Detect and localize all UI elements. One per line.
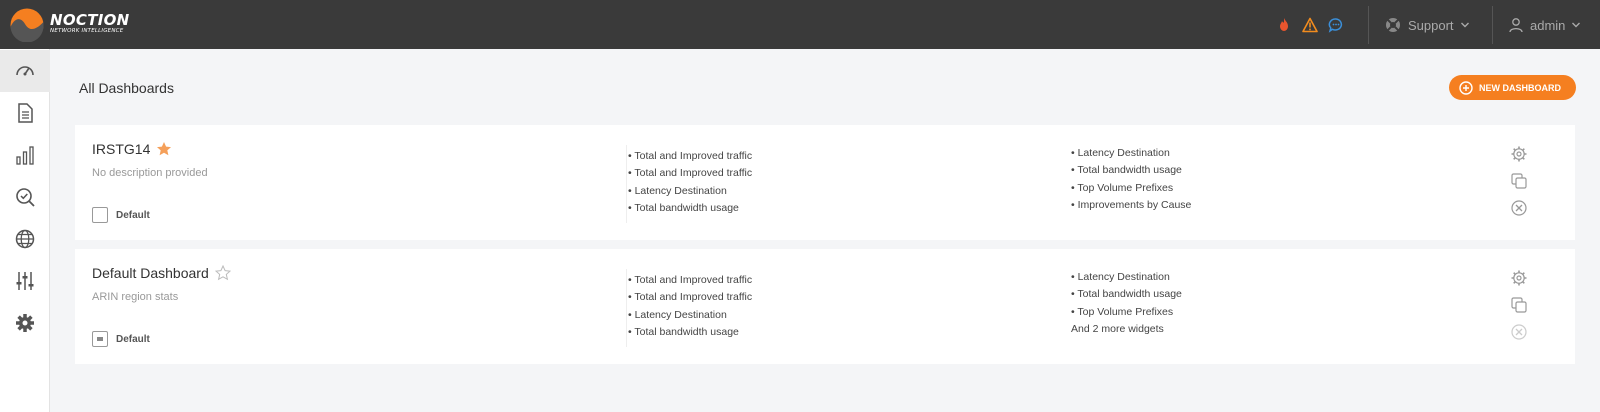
dashboard-description: ARIN region stats xyxy=(92,291,179,303)
support-menu[interactable]: Support xyxy=(1385,15,1470,35)
new-dashboard-button[interactable]: NEW DASHBOARD xyxy=(1449,75,1576,100)
star-filled-icon[interactable] xyxy=(156,141,172,157)
settings-gear-icon xyxy=(16,314,34,332)
widget-item: • Top Volume Prefixes xyxy=(1071,181,1174,194)
default-label: Default xyxy=(116,209,150,221)
dashboard-name[interactable]: Default Dashboard xyxy=(92,265,209,281)
widget-item: • Total bandwidth usage xyxy=(1071,288,1182,301)
page-title: All Dashboards xyxy=(79,80,174,96)
topbar-separator xyxy=(1492,6,1493,44)
new-dashboard-label: NEW DASHBOARD xyxy=(1479,82,1561,93)
sidebar-item-statistics[interactable] xyxy=(0,134,50,176)
sidebar xyxy=(0,49,50,412)
sidebar-item-reports[interactable] xyxy=(0,92,50,134)
settings-icon[interactable] xyxy=(1510,269,1528,287)
document-icon xyxy=(18,103,33,123)
default-checkbox-row[interactable]: Default xyxy=(92,207,150,223)
widget-item: • Total and Improved traffic xyxy=(628,167,753,180)
widget-list: • Latency Destination • Total bandwidth … xyxy=(1071,269,1182,338)
widget-list: • Latency Destination • Total bandwidth … xyxy=(1071,145,1191,214)
dashboard-gauge-icon xyxy=(16,66,34,76)
search-check-icon xyxy=(16,188,35,207)
default-label: Default xyxy=(116,333,150,345)
plus-circle-icon xyxy=(1459,80,1473,95)
widget-item: • Top Volume Prefixes xyxy=(1071,305,1174,318)
chevron-down-icon xyxy=(1572,22,1581,28)
warning-icon[interactable] xyxy=(1302,17,1318,33)
fire-icon[interactable] xyxy=(1276,17,1292,33)
dashboard-name[interactable]: IRSTG14 xyxy=(92,141,150,157)
default-checkbox-row[interactable]: Default xyxy=(92,331,150,347)
sidebar-item-settings[interactable] xyxy=(0,302,50,344)
widget-item: • Total and Improved traffic xyxy=(628,274,753,286)
sidebar-item-configuration[interactable] xyxy=(0,260,50,302)
dashboard-description: No description provided xyxy=(92,167,208,179)
settings-icon[interactable] xyxy=(1510,145,1528,163)
globe-icon xyxy=(15,229,35,249)
delete-icon[interactable] xyxy=(1510,323,1528,341)
copy-icon[interactable] xyxy=(1510,172,1528,190)
more-widgets-note: And 2 more widgets xyxy=(1071,322,1164,335)
brand-name: NOCTION xyxy=(50,11,130,29)
widget-item: • Improvements by Cause xyxy=(1071,198,1192,211)
widget-item: • Total bandwidth usage xyxy=(628,325,739,338)
noction-logo-icon[interactable] xyxy=(10,8,44,42)
widget-item: • Latency Destination xyxy=(628,184,727,197)
sidebar-item-dashboards[interactable] xyxy=(0,50,50,92)
dashboard-card[interactable]: IRSTG14 No description provided Default … xyxy=(75,125,1575,240)
chevron-down-icon xyxy=(1460,22,1469,28)
dashboard-card[interactable]: Default Dashboard ARIN region stats Defa… xyxy=(75,249,1575,364)
widget-list: • Total and Improved traffic • Total and… xyxy=(628,148,752,217)
widget-item: • Latency Destination xyxy=(1071,271,1170,283)
user-icon xyxy=(1509,18,1523,33)
default-checkbox[interactable] xyxy=(92,207,108,223)
widget-item: • Total and Improved traffic xyxy=(628,291,753,304)
copy-icon[interactable] xyxy=(1510,296,1528,314)
topbar-separator xyxy=(1368,6,1369,44)
widget-list: • Total and Improved traffic • Total and… xyxy=(628,272,752,341)
sidebar-item-search[interactable] xyxy=(0,176,50,218)
top-bar: NOCTION NETWORK INTELLIGENCE Support adm… xyxy=(0,0,1600,49)
column-divider xyxy=(626,145,627,223)
column-divider xyxy=(626,269,627,347)
dashboard-title-row: IRSTG14 xyxy=(92,141,172,157)
user-menu[interactable]: admin xyxy=(1508,15,1581,35)
chat-icon[interactable] xyxy=(1328,17,1344,33)
dashboard-title-row: Default Dashboard xyxy=(92,265,231,281)
widget-item: • Total bandwidth usage xyxy=(1071,164,1182,177)
lifebuoy-icon xyxy=(1386,18,1400,32)
widget-item: • Latency Destination xyxy=(628,308,727,321)
widget-item: • Total bandwidth usage xyxy=(628,201,739,214)
sidebar-item-global[interactable] xyxy=(0,218,50,260)
user-label: admin xyxy=(1530,17,1566,33)
sliders-icon xyxy=(16,272,34,290)
brand[interactable]: NOCTION NETWORK INTELLIGENCE xyxy=(50,13,130,35)
widget-item: • Latency Destination xyxy=(1071,147,1170,159)
support-label: Support xyxy=(1408,17,1454,33)
brand-tagline: NETWORK INTELLIGENCE xyxy=(50,28,124,34)
bar-chart-icon xyxy=(16,146,34,165)
default-checkbox[interactable] xyxy=(92,331,108,347)
delete-icon[interactable] xyxy=(1510,199,1528,217)
widget-item: • Total and Improved traffic xyxy=(628,150,753,162)
star-outline-icon[interactable] xyxy=(214,265,231,281)
